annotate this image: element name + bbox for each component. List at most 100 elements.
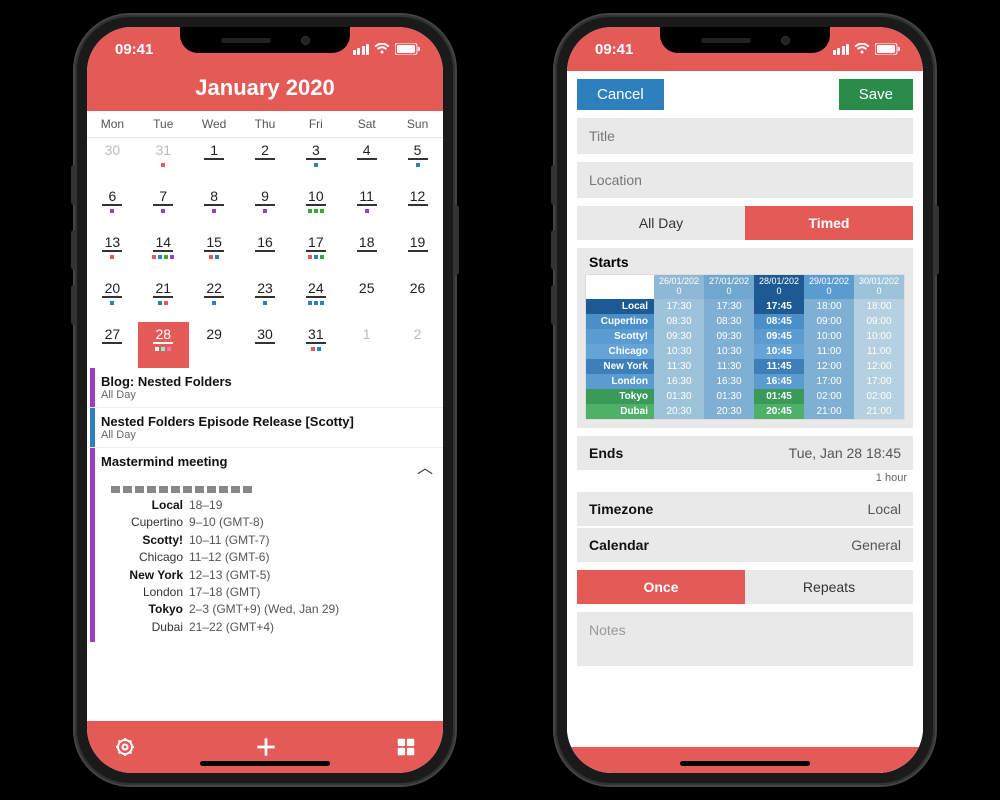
- day-cell[interactable]: 3: [290, 138, 341, 184]
- event-expanded[interactable]: Mastermind meeting ︿: [87, 448, 443, 480]
- day-cell[interactable]: 24: [290, 276, 341, 322]
- day-cell[interactable]: 9: [240, 184, 291, 230]
- day-cell[interactable]: 20: [87, 276, 138, 322]
- day-cell[interactable]: 28: [138, 322, 189, 368]
- event-subtitle: All Day: [101, 429, 354, 441]
- day-cell[interactable]: 2: [392, 322, 443, 368]
- wifi-icon: [374, 43, 390, 55]
- phone-frame-left: 09:41 January 2020 MonTueWedThuFriSatSun…: [75, 15, 455, 785]
- notch: [180, 27, 350, 53]
- phone-frame-right: 09:41 Cancel Save Title Location All Day…: [555, 15, 935, 785]
- tz-row: Local18–19: [111, 497, 433, 514]
- ends-row[interactable]: Ends Tue, Jan 28 18:45: [577, 436, 913, 470]
- day-cell[interactable]: 29: [189, 322, 240, 368]
- day-cell[interactable]: 26: [392, 276, 443, 322]
- grid-icon[interactable]: [395, 736, 417, 758]
- picker-row[interactable]: Local17:3017:3017:4518:0018:00: [586, 299, 904, 314]
- day-cell[interactable]: 30: [240, 322, 291, 368]
- day-cell[interactable]: 19: [392, 230, 443, 276]
- once-repeats-segment[interactable]: Once Repeats: [577, 570, 913, 604]
- chevron-up-icon[interactable]: ︿: [417, 454, 433, 478]
- location-field[interactable]: Location: [577, 162, 913, 198]
- day-cell[interactable]: 31: [290, 322, 341, 368]
- dow-cell: Tue: [138, 111, 189, 137]
- tz-row: New York12–13 (GMT-5): [111, 567, 433, 584]
- status-time: 09:41: [595, 41, 633, 58]
- picker-row[interactable]: Tokyo01:3001:3001:4502:0002:00: [586, 389, 904, 404]
- save-button[interactable]: Save: [839, 79, 913, 110]
- tz-row: Dubai21–22 (GMT+4): [111, 619, 433, 636]
- event-item[interactable]: Blog: Nested FoldersAll Day: [87, 368, 443, 408]
- ends-label: Ends: [589, 445, 623, 461]
- day-cell[interactable]: 21: [138, 276, 189, 322]
- day-cell[interactable]: 8: [189, 184, 240, 230]
- timezone-row[interactable]: Timezone Local: [577, 492, 913, 526]
- day-cell[interactable]: 1: [341, 322, 392, 368]
- month-grid[interactable]: 3031123456789101112131415161718192021222…: [87, 138, 443, 368]
- day-cell[interactable]: 12: [392, 184, 443, 230]
- day-cell[interactable]: 17: [290, 230, 341, 276]
- segment-allday[interactable]: All Day: [577, 206, 745, 240]
- day-cell[interactable]: 2: [240, 138, 291, 184]
- notes-field[interactable]: Notes: [577, 612, 913, 666]
- duration-label: 1 hour: [577, 470, 913, 484]
- picker-row[interactable]: Dubai20:3020:3020:4521:0021:00: [586, 404, 904, 419]
- tz-row: Tokyo2–3 (GMT+9) (Wed, Jan 29): [111, 601, 433, 618]
- timezone-breakdown: Local18–19Cupertino9–10 (GMT-8)Scotty!10…: [90, 480, 443, 642]
- time-picker[interactable]: 26/01/202027/01/202028/01/202029/01/2020…: [585, 274, 905, 420]
- ends-value: Tue, Jan 28 18:45: [789, 445, 901, 461]
- picker-row[interactable]: New York11:3011:3011:4512:0012:00: [586, 359, 904, 374]
- title-field[interactable]: Title: [577, 118, 913, 154]
- day-cell[interactable]: 31: [138, 138, 189, 184]
- day-cell[interactable]: 27: [87, 322, 138, 368]
- day-cell[interactable]: 13: [87, 230, 138, 276]
- event-list: Blog: Nested FoldersAll DayNested Folder…: [87, 368, 443, 721]
- tz-row: London17–18 (GMT): [111, 584, 433, 601]
- segment-repeats[interactable]: Repeats: [745, 570, 913, 604]
- dow-cell: Thu: [240, 111, 291, 137]
- battery-icon: [395, 43, 421, 55]
- day-cell[interactable]: 18: [341, 230, 392, 276]
- day-cell[interactable]: 7: [138, 184, 189, 230]
- day-cell[interactable]: 4: [341, 138, 392, 184]
- bottom-accent: [567, 747, 923, 773]
- day-cell[interactable]: 6: [87, 184, 138, 230]
- calendar-row[interactable]: Calendar General: [577, 528, 913, 562]
- signal-icon: [353, 44, 370, 55]
- day-cell[interactable]: 25: [341, 276, 392, 322]
- day-cell[interactable]: 11: [341, 184, 392, 230]
- day-cell[interactable]: 16: [240, 230, 291, 276]
- gear-icon[interactable]: [113, 735, 137, 759]
- add-icon[interactable]: [253, 734, 279, 760]
- day-cell[interactable]: 30: [87, 138, 138, 184]
- picker-row[interactable]: Cupertino08:3008:3008:4509:0009:00: [586, 314, 904, 329]
- day-cell[interactable]: 23: [240, 276, 291, 322]
- day-cell[interactable]: 15: [189, 230, 240, 276]
- picker-row[interactable]: London16:3016:3016:4517:0017:00: [586, 374, 904, 389]
- home-indicator: [680, 761, 810, 766]
- day-cell[interactable]: 22: [189, 276, 240, 322]
- day-cell[interactable]: 1: [189, 138, 240, 184]
- event-item[interactable]: Nested Folders Episode Release [Scotty]A…: [87, 408, 443, 448]
- tz-row: Cupertino9–10 (GMT-8): [111, 514, 433, 531]
- picker-row[interactable]: Chicago10:3010:3010:4511:0011:00: [586, 344, 904, 359]
- home-indicator: [200, 761, 330, 766]
- event-subtitle: All Day: [101, 389, 232, 401]
- event-title: Blog: Nested Folders: [101, 374, 232, 389]
- dow-cell: Fri: [290, 111, 341, 137]
- picker-row[interactable]: Scotty!09:3009:3009:4510:0010:00: [586, 329, 904, 344]
- day-cell[interactable]: 5: [392, 138, 443, 184]
- cancel-button[interactable]: Cancel: [577, 79, 664, 110]
- day-cell[interactable]: 14: [138, 230, 189, 276]
- allday-timed-segment[interactable]: All Day Timed: [577, 206, 913, 240]
- starts-label: Starts: [585, 254, 905, 274]
- day-cell[interactable]: 10: [290, 184, 341, 230]
- event-title: Mastermind meeting: [101, 454, 227, 469]
- calendar-title[interactable]: January 2020: [87, 71, 443, 111]
- starts-section: Starts 26/01/202027/01/202028/01/202029/…: [577, 248, 913, 428]
- segment-once[interactable]: Once: [577, 570, 745, 604]
- tz-row: Chicago11–12 (GMT-6): [111, 549, 433, 566]
- wifi-icon: [854, 43, 870, 55]
- dow-cell: Mon: [87, 111, 138, 137]
- segment-timed[interactable]: Timed: [745, 206, 913, 240]
